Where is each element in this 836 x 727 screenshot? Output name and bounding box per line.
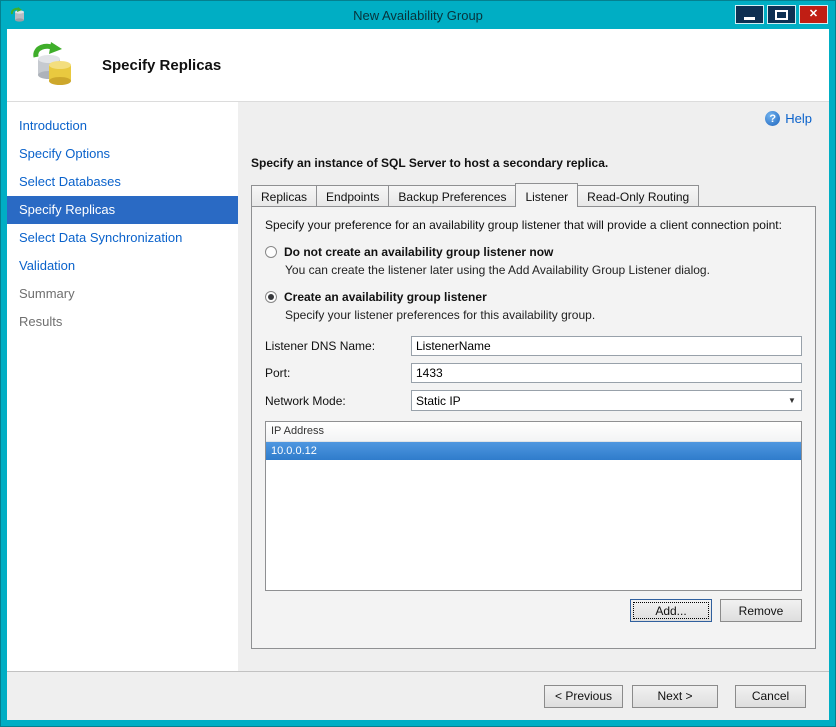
dialog-body: Specify Replicas Introduction Specify Op… (7, 29, 829, 720)
option-create-listener-description: Specify your listener preferences for th… (285, 308, 596, 322)
option-no-listener: Do not create an availability group list… (265, 245, 802, 277)
sidebar-item-results: Results (19, 314, 63, 329)
dns-name-row: Listener DNS Name: (265, 336, 802, 356)
wizard-header: Specify Replicas (7, 29, 829, 102)
sidebar-item-select-databases[interactable]: Select Databases (7, 168, 238, 196)
chevron-down-icon: ▼ (788, 396, 796, 405)
sidebar-item-summary: Summary (19, 286, 75, 301)
maximize-icon (775, 9, 788, 20)
cancel-button[interactable]: Cancel (735, 684, 806, 708)
wizard-footer: < Previous Next > Cancel (7, 671, 829, 720)
tab-replicas[interactable]: Replicas (251, 185, 318, 206)
maximize-button[interactable] (767, 5, 796, 24)
close-button[interactable]: ✕ (799, 5, 828, 24)
window-controls: ✕ (735, 5, 828, 24)
option-create-listener-row[interactable]: Create an availability group listener (265, 290, 802, 304)
dns-name-label: Listener DNS Name: (265, 339, 376, 353)
network-mode-label: Network Mode: (265, 393, 346, 408)
ip-address-row[interactable]: 10.0.0.12 (266, 442, 801, 460)
page-title: Specify Replicas (102, 56, 222, 74)
sidebar-item-specify-replicas[interactable]: Specify Replicas (7, 196, 238, 224)
content-row: Introduction Specify Options Select Data… (7, 102, 829, 671)
sidebar-item-specify-options[interactable]: Specify Options (7, 140, 238, 168)
availability-group-icon (33, 42, 71, 85)
previous-button[interactable]: < Previous (544, 684, 623, 708)
new-availability-group-dialog: New Availability Group ✕ Specify Replica… (0, 0, 836, 727)
dns-name-input[interactable] (411, 336, 802, 356)
port-input[interactable] (411, 363, 802, 383)
minimize-icon (744, 16, 755, 20)
network-mode-row: Network Mode: Static IP ▼ (265, 390, 802, 411)
option-create-listener: Create an availability group listener Sp… (265, 290, 802, 322)
wizard-steps-sidebar: Introduction Specify Options Select Data… (7, 102, 238, 671)
tab-backup-preferences[interactable]: Backup Preferences (388, 185, 517, 206)
tab-strip: Replicas Endpoints Backup Preferences Li… (251, 183, 816, 207)
sidebar-item-validation[interactable]: Validation (7, 252, 238, 280)
sidebar-item-select-data-synchronization[interactable]: Select Data Synchronization (7, 224, 238, 252)
port-row: Port: (265, 363, 802, 383)
listener-fields: Listener DNS Name: Port: Network Mode: S… (265, 336, 802, 411)
ip-address-column-header: IP Address (266, 422, 801, 442)
tab-endpoints[interactable]: Endpoints (316, 185, 390, 206)
main-panel: ? Help Specify an instance of SQL Server… (238, 102, 829, 671)
listener-tab-panel: Specify your preference for an availabil… (251, 206, 816, 649)
option-no-listener-row[interactable]: Do not create an availability group list… (265, 245, 802, 259)
remove-button[interactable]: Remove (720, 599, 802, 622)
titlebar: New Availability Group ✕ (1, 1, 835, 29)
preference-text: Specify your preference for an availabil… (265, 218, 782, 232)
ip-list-actions: Add... Remove (265, 599, 802, 622)
minimize-button[interactable] (735, 5, 764, 24)
network-mode-value: Static IP (416, 393, 461, 408)
ip-address-list[interactable]: IP Address 10.0.0.12 (265, 421, 802, 591)
sidebar-item-introduction[interactable]: Introduction (7, 112, 238, 140)
help-label: Help (785, 111, 812, 126)
network-mode-select[interactable]: Static IP ▼ (411, 390, 802, 411)
tab-listener[interactable]: Listener (515, 183, 579, 207)
add-button[interactable]: Add... (630, 599, 712, 622)
next-button[interactable]: Next > (632, 684, 718, 708)
option-no-listener-description: You can create the listener later using … (285, 263, 710, 277)
instruction-text: Specify an instance of SQL Server to hos… (251, 156, 609, 170)
option-create-listener-label[interactable]: Create an availability group listener (284, 290, 487, 304)
help-icon: ? (765, 111, 781, 126)
tab-read-only-routing[interactable]: Read-Only Routing (577, 185, 700, 206)
window-title: New Availability Group (353, 7, 483, 23)
help-link[interactable]: ? Help (765, 111, 812, 126)
radio-create-listener[interactable] (265, 291, 277, 303)
option-no-listener-label[interactable]: Do not create an availability group list… (284, 245, 553, 259)
radio-no-listener[interactable] (265, 246, 277, 258)
close-icon: ✕ (808, 8, 819, 20)
port-label: Port: (265, 366, 291, 380)
